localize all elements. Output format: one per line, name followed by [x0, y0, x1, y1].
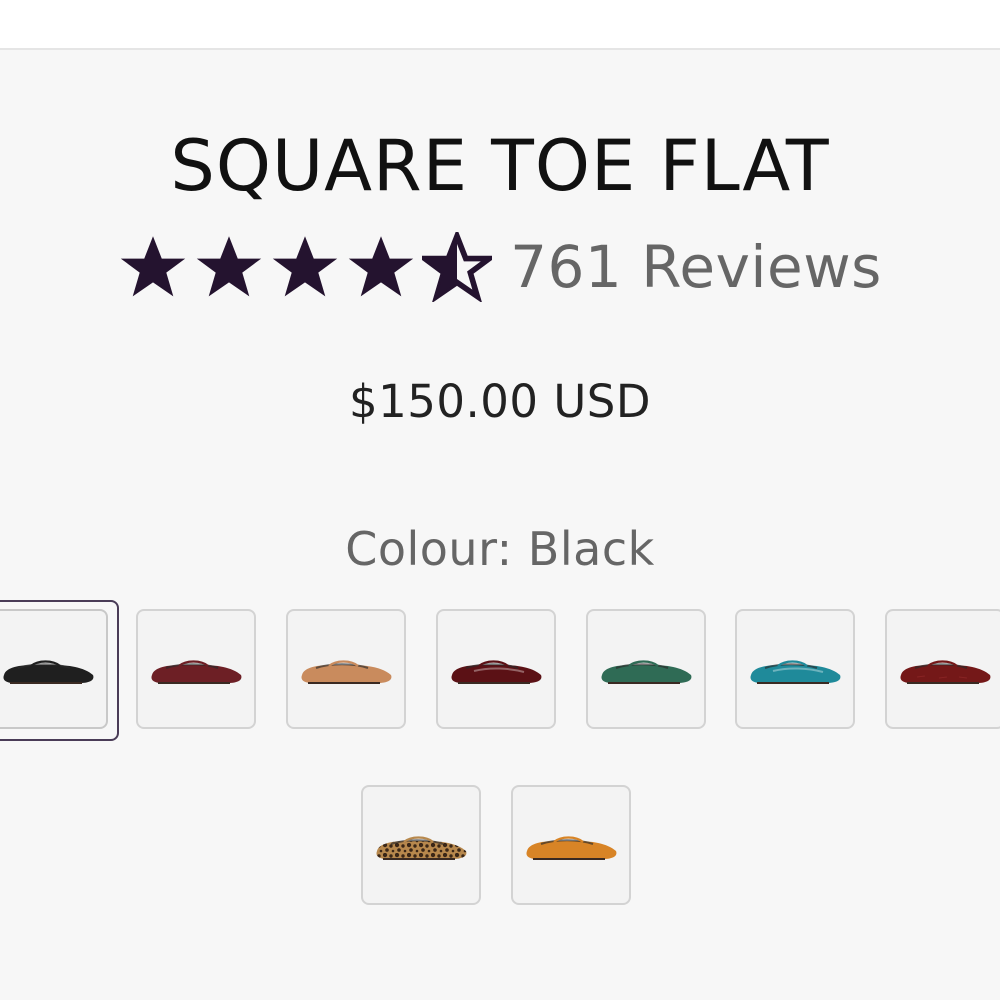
swatch-green[interactable] [586, 609, 706, 729]
shoe-image [750, 660, 841, 684]
star-icon-3 [272, 236, 338, 297]
rating-summary[interactable]: 761 Reviews [0, 232, 1000, 302]
shoe-image [601, 660, 692, 684]
shoe-image [526, 836, 617, 860]
shoe-image [151, 660, 242, 684]
swatch-leopard[interactable] [361, 785, 481, 905]
top-divider [0, 48, 1000, 50]
shoe-image [376, 836, 467, 860]
top-bar [0, 0, 1000, 48]
shoe-image [900, 660, 991, 684]
star-icon-4 [348, 236, 414, 297]
swatch-orange[interactable] [511, 785, 631, 905]
star-icon-1 [120, 236, 186, 297]
shoe-image [3, 660, 94, 684]
product-price: $150.00 USD [348, 375, 652, 428]
half-star-icon [422, 232, 493, 302]
swatch-wine-patent[interactable] [436, 609, 556, 729]
selected-colour-label: Colour: Black [345, 522, 655, 576]
star-rating [118, 232, 493, 302]
swatch-black[interactable] [0, 609, 108, 729]
swatch-tan[interactable] [286, 609, 406, 729]
product-page: SQUARE TOE FLAT 761 Reviews $150.00 USD … [0, 0, 1000, 1000]
shoe-image [451, 660, 542, 684]
product-title: SQUARE TOE FLAT [170, 124, 830, 207]
swatch-burgundy[interactable] [136, 609, 256, 729]
star-icon-2 [196, 236, 262, 297]
swatch-teal-patent[interactable] [735, 609, 855, 729]
review-count-link[interactable]: 761 Reviews [510, 232, 882, 302]
shoe-image [301, 660, 392, 684]
swatch-red-suede[interactable] [885, 609, 1000, 729]
